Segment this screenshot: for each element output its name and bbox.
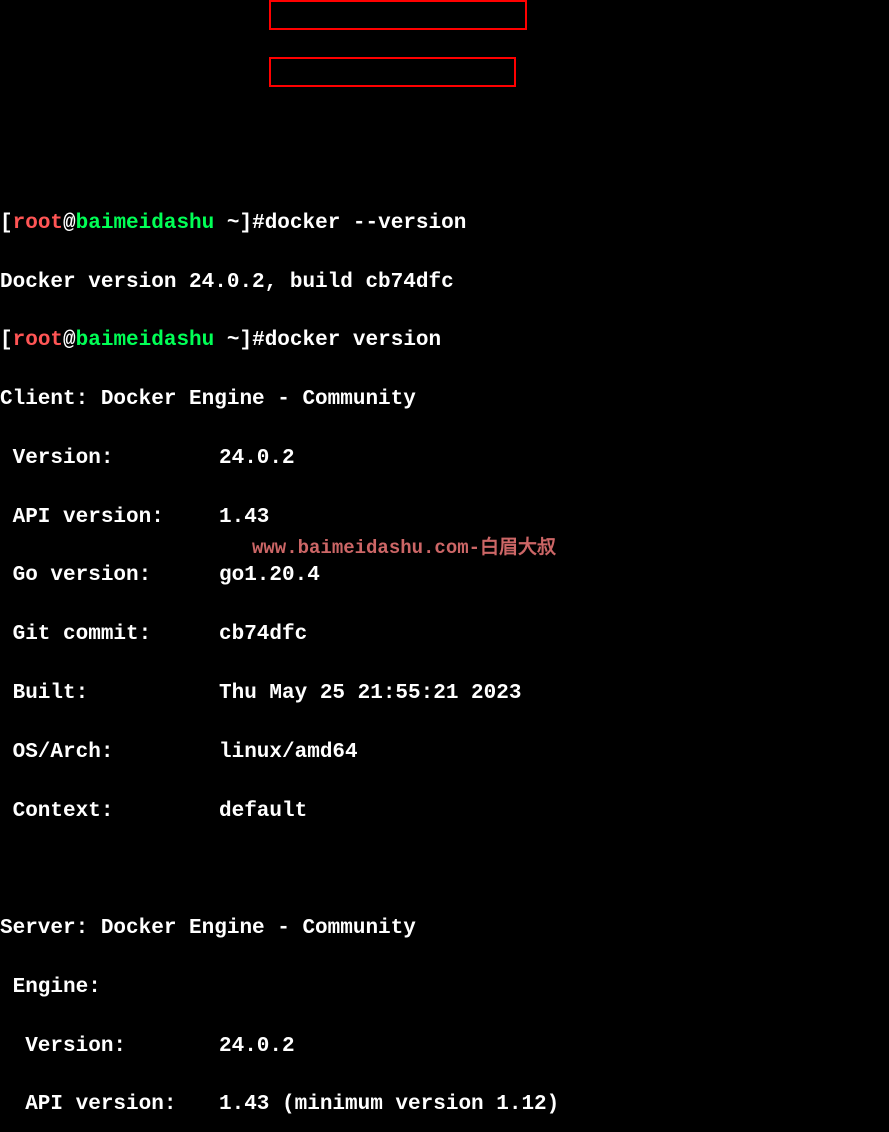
client-field: Git commit:cb74dfc — [0, 620, 889, 649]
watermark-text: www.baimeidashu.com-白眉大叔 — [252, 535, 556, 562]
terminal-line-prompt1[interactable]: [root@baimeidashu ~]#docker --version — [0, 209, 889, 238]
client-field: API version:1.43 — [0, 503, 889, 532]
prompt-user: root — [13, 212, 63, 235]
output-version-short: Docker version 24.0.2, build cb74dfc — [0, 268, 889, 297]
server-field: Version:24.0.2 — [0, 1032, 889, 1061]
blank-line — [0, 855, 889, 884]
server-field: API version:1.43 (minimum version 1.12) — [0, 1090, 889, 1119]
server-header: Server: Docker Engine - Community — [0, 914, 889, 943]
client-header: Client: Docker Engine - Community — [0, 385, 889, 414]
command-1: docker --version — [265, 212, 467, 235]
client-field: Version:24.0.2 — [0, 444, 889, 473]
prompt-dir: ~ — [227, 212, 240, 235]
client-field: Built:Thu May 25 21:55:21 2023 — [0, 679, 889, 708]
client-field: OS/Arch:linux/amd64 — [0, 738, 889, 767]
terminal-line-prompt2[interactable]: [root@baimeidashu ~]#docker version — [0, 326, 889, 355]
server-engine-label: Engine: — [0, 973, 889, 1002]
client-field: Context:default — [0, 797, 889, 826]
command-2: docker version — [265, 329, 441, 352]
highlight-box-cmd1 — [269, 0, 527, 30]
prompt-host: baimeidashu — [76, 212, 215, 235]
highlight-box-cmd2 — [269, 57, 516, 87]
